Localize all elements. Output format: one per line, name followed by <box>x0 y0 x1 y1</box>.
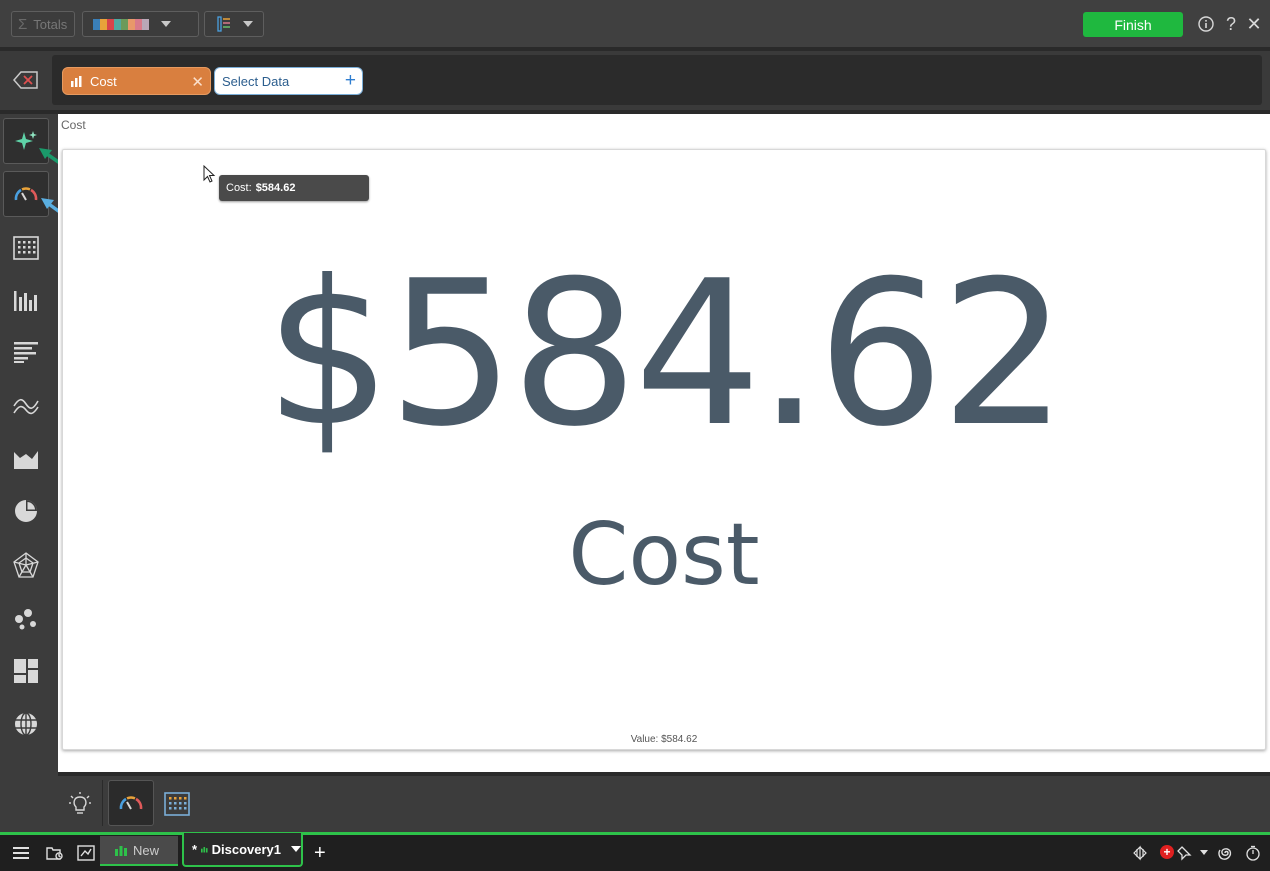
layout-icon <box>217 16 230 32</box>
timer-icon[interactable] <box>1244 844 1262 862</box>
palette-color-swatch <box>121 18 128 30</box>
palette-color-swatch <box>128 18 135 30</box>
visual-options-bar <box>58 776 1270 832</box>
kpi-footer: Value: $584.62 <box>630 734 698 745</box>
canvas-title: Cost <box>61 118 86 132</box>
remove-chip-icon[interactable]: ✕ <box>191 73 204 91</box>
mouse-cursor-icon <box>203 165 216 183</box>
tab-label: New <box>133 842 160 858</box>
hamburger-menu-icon[interactable] <box>12 844 30 862</box>
clear-query-icon[interactable] <box>12 69 40 91</box>
palette-color-swatch <box>114 18 121 30</box>
palette-color-swatch <box>100 18 107 30</box>
scatter-chart-icon[interactable] <box>3 596 49 642</box>
color-palette-dropdown[interactable] <box>82 11 199 37</box>
help-icon[interactable]: ? <box>1221 14 1241 34</box>
palette-color-swatch <box>142 18 149 30</box>
palette-color-swatch <box>135 18 142 30</box>
value-tooltip: Cost: $584.62 <box>219 175 369 201</box>
bar-chart-icon <box>71 75 82 87</box>
pie-chart-icon[interactable] <box>3 488 49 534</box>
pin-icon[interactable] <box>1176 844 1192 862</box>
select-data-button[interactable]: Select Data + <box>214 67 363 95</box>
presentation-icon[interactable] <box>76 844 96 862</box>
chip-label: Cost <box>90 73 117 89</box>
tooltip-key: Cost: <box>226 182 252 194</box>
layout-dropdown[interactable] <box>204 11 264 37</box>
column-chart-icon[interactable] <box>3 277 49 323</box>
divider <box>102 780 103 826</box>
tab-label: Discovery1 <box>211 841 281 857</box>
tab-new[interactable]: New <box>100 836 178 866</box>
spiral-icon[interactable] <box>1216 844 1234 862</box>
palette-swatch <box>93 18 149 30</box>
tab-discovery1[interactable]: * Discovery1 <box>182 833 303 867</box>
add-tab-icon[interactable]: + <box>314 842 326 865</box>
open-folder-icon[interactable] <box>45 844 65 862</box>
gauge-view-button[interactable] <box>108 780 154 826</box>
map-globe-icon[interactable] <box>3 701 49 747</box>
chevron-down-icon[interactable] <box>1200 850 1208 855</box>
totals-label: Totals <box>33 16 68 32</box>
lightbulb-icon[interactable] <box>66 790 94 818</box>
collaboration-icon[interactable] <box>1131 844 1149 862</box>
totals-button[interactable]: Σ Totals <box>11 11 75 37</box>
chevron-down-icon <box>161 21 171 27</box>
kpi-value: $584.62 <box>264 238 1067 471</box>
table-view-button[interactable] <box>163 790 191 818</box>
finish-button[interactable]: Finish <box>1083 12 1183 37</box>
info-icon[interactable] <box>1196 14 1216 34</box>
unsaved-marker: * <box>192 841 198 857</box>
gauge-kpi-icon <box>119 796 143 810</box>
palette-color-swatch <box>93 18 100 30</box>
plus-icon: + <box>344 70 356 91</box>
table-grid-icon[interactable] <box>3 225 49 271</box>
bar-chart-icon[interactable] <box>3 329 49 375</box>
chevron-down-icon <box>243 21 253 27</box>
table-grid-icon <box>164 792 190 816</box>
cost-measure-chip[interactable]: Cost ✕ <box>62 67 211 95</box>
bar-chart-icon <box>115 845 127 856</box>
notification-badge-icon[interactable]: + <box>1160 845 1174 859</box>
sigma-icon: Σ <box>18 15 28 33</box>
line-chart-icon[interactable] <box>3 383 49 429</box>
chevron-down-icon[interactable] <box>291 846 301 852</box>
area-chart-icon[interactable] <box>3 436 49 482</box>
kpi-label: Cost <box>568 505 760 605</box>
select-data-label: Select Data <box>222 73 290 89</box>
radar-chart-icon[interactable] <box>3 542 49 588</box>
tooltip-value: $584.62 <box>255 182 296 194</box>
palette-color-swatch <box>107 18 114 30</box>
treemap-icon[interactable] <box>3 648 49 694</box>
bar-chart-icon <box>201 846 208 853</box>
close-icon[interactable]: ✕ <box>1244 14 1264 34</box>
